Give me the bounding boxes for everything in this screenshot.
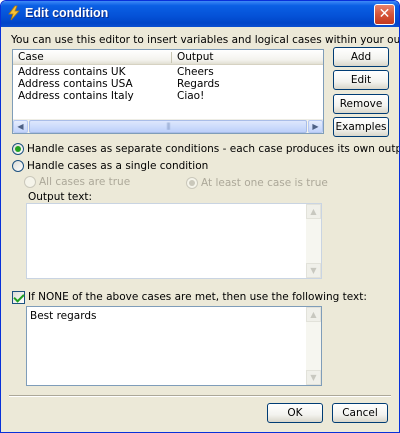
fallback-text-area[interactable]: Best regards ▲ ▼ [26, 306, 322, 386]
list-item[interactable]: Address contains USA Regards [13, 78, 323, 90]
all-cases-true-radio[interactable] [24, 176, 36, 188]
output-text-scrollbar[interactable]: ▲ ▼ [306, 204, 321, 278]
fallback-text-value: Best regards [30, 310, 97, 322]
scroll-up-icon[interactable]: ▲ [306, 204, 321, 219]
output-cell: Ciao! [177, 90, 205, 102]
output-cell: Regards [177, 78, 220, 90]
none-met-label[interactable]: If NONE of the above cases are met, then… [28, 291, 367, 303]
window-title: Edit condition [25, 6, 109, 20]
scroll-left-icon[interactable]: ◀ [13, 120, 28, 133]
cases-list[interactable]: Case Output Address contains UK Cheers A… [12, 49, 324, 134]
examples-button[interactable]: Examples [333, 117, 389, 137]
cancel-button[interactable]: Cancel [332, 403, 388, 423]
edit-condition-dialog: Edit condition ✕ You can use this editor… [0, 0, 400, 433]
scroll-up-icon[interactable]: ▲ [306, 307, 321, 322]
case-cell: Address contains USA [18, 78, 133, 90]
fallback-text-scrollbar[interactable]: ▲ ▼ [306, 307, 321, 385]
single-condition-radio[interactable] [12, 160, 24, 172]
intro-text: You can use this editor to insert variab… [11, 34, 400, 46]
case-cell: Address contains Italy [18, 90, 134, 102]
footer-divider [9, 395, 391, 397]
lightning-icon [8, 5, 20, 21]
none-met-checkbox[interactable] [12, 291, 25, 304]
remove-button[interactable]: Remove [333, 94, 389, 114]
scrollbar-thumb[interactable]: ||| [29, 120, 307, 133]
case-cell: Address contains UK [18, 66, 126, 78]
output-text-area[interactable]: ▲ ▼ [26, 203, 322, 279]
separate-conditions-label[interactable]: Handle cases as separate conditions - ea… [27, 143, 399, 155]
at-least-one-case-radio[interactable] [186, 177, 198, 189]
list-item[interactable]: Address contains Italy Ciao! [13, 90, 323, 102]
separate-conditions-radio[interactable] [12, 143, 24, 155]
scroll-down-icon[interactable]: ▼ [306, 370, 321, 385]
output-text-label: Output text: [28, 191, 93, 203]
all-cases-true-label[interactable]: All cases are true [39, 176, 130, 188]
column-header-output[interactable]: Output [177, 51, 213, 63]
add-button[interactable]: Add [333, 47, 389, 67]
column-header-case[interactable]: Case [18, 51, 44, 63]
scroll-down-icon[interactable]: ▼ [306, 263, 321, 278]
scroll-right-icon[interactable]: ▶ [308, 120, 323, 133]
single-condition-label[interactable]: Handle cases as a single condition [27, 160, 208, 172]
list-item[interactable]: Address contains UK Cheers [13, 66, 323, 78]
close-button[interactable]: ✕ [374, 4, 395, 25]
at-least-one-case-label[interactable]: At least one case is true [201, 177, 328, 189]
edit-button[interactable]: Edit [333, 70, 389, 90]
ok-button[interactable]: OK [267, 403, 323, 423]
column-separator[interactable] [171, 52, 172, 63]
output-cell: Cheers [177, 66, 214, 78]
cases-list-header: Case Output [13, 50, 323, 65]
title-bar[interactable]: Edit condition ✕ [1, 1, 399, 27]
horizontal-scrollbar[interactable]: ◀ ||| ▶ [13, 119, 323, 133]
